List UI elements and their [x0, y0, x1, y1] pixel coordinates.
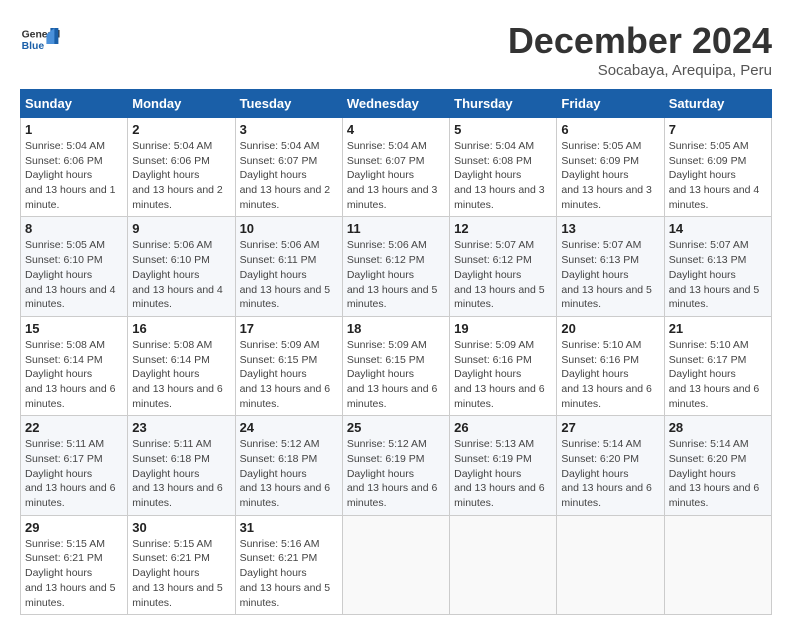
empty-cell — [450, 515, 557, 614]
table-row: 8 Sunrise: 5:05 AM Sunset: 6:10 PM Dayli… — [21, 217, 128, 316]
table-row: 10 Sunrise: 5:06 AM Sunset: 6:11 PM Dayl… — [235, 217, 342, 316]
logo-icon: General Blue — [20, 20, 60, 60]
table-row: 27 Sunrise: 5:14 AM Sunset: 6:20 PM Dayl… — [557, 416, 664, 515]
table-row: 4 Sunrise: 5:04 AM Sunset: 6:07 PM Dayli… — [342, 118, 449, 217]
empty-cell — [342, 515, 449, 614]
col-monday: Monday — [128, 90, 235, 118]
table-row: 16 Sunrise: 5:08 AM Sunset: 6:14 PM Dayl… — [128, 316, 235, 415]
col-tuesday: Tuesday — [235, 90, 342, 118]
col-saturday: Saturday — [664, 90, 771, 118]
table-row: 2 Sunrise: 5:04 AM Sunset: 6:06 PM Dayli… — [128, 118, 235, 217]
table-row: 3 Sunrise: 5:04 AM Sunset: 6:07 PM Dayli… — [235, 118, 342, 217]
table-row: 19 Sunrise: 5:09 AM Sunset: 6:16 PM Dayl… — [450, 316, 557, 415]
calendar-week-2: 8 Sunrise: 5:05 AM Sunset: 6:10 PM Dayli… — [21, 217, 772, 316]
table-row: 30 Sunrise: 5:15 AM Sunset: 6:21 PM Dayl… — [128, 515, 235, 614]
table-row: 23 Sunrise: 5:11 AM Sunset: 6:18 PM Dayl… — [128, 416, 235, 515]
table-row: 5 Sunrise: 5:04 AM Sunset: 6:08 PM Dayli… — [450, 118, 557, 217]
col-sunday: Sunday — [21, 90, 128, 118]
table-row: 29 Sunrise: 5:15 AM Sunset: 6:21 PM Dayl… — [21, 515, 128, 614]
table-row: 14 Sunrise: 5:07 AM Sunset: 6:13 PM Dayl… — [664, 217, 771, 316]
table-row: 13 Sunrise: 5:07 AM Sunset: 6:13 PM Dayl… — [557, 217, 664, 316]
calendar-week-5: 29 Sunrise: 5:15 AM Sunset: 6:21 PM Dayl… — [21, 515, 772, 614]
title-block: December 2024 Socabaya, Arequipa, Peru — [508, 20, 772, 79]
month-title: December 2024 — [508, 20, 772, 62]
table-row: 15 Sunrise: 5:08 AM Sunset: 6:14 PM Dayl… — [21, 316, 128, 415]
calendar-header-row: Sunday Monday Tuesday Wednesday Thursday… — [21, 90, 772, 118]
col-friday: Friday — [557, 90, 664, 118]
table-row: 9 Sunrise: 5:06 AM Sunset: 6:10 PM Dayli… — [128, 217, 235, 316]
empty-cell — [664, 515, 771, 614]
table-row: 11 Sunrise: 5:06 AM Sunset: 6:12 PM Dayl… — [342, 217, 449, 316]
calendar-body: 1 Sunrise: 5:04 AM Sunset: 6:06 PM Dayli… — [21, 118, 772, 615]
table-row: 25 Sunrise: 5:12 AM Sunset: 6:19 PM Dayl… — [342, 416, 449, 515]
calendar-week-4: 22 Sunrise: 5:11 AM Sunset: 6:17 PM Dayl… — [21, 416, 772, 515]
calendar-week-1: 1 Sunrise: 5:04 AM Sunset: 6:06 PM Dayli… — [21, 118, 772, 217]
table-row: 6 Sunrise: 5:05 AM Sunset: 6:09 PM Dayli… — [557, 118, 664, 217]
table-row: 7 Sunrise: 5:05 AM Sunset: 6:09 PM Dayli… — [664, 118, 771, 217]
col-wednesday: Wednesday — [342, 90, 449, 118]
table-row: 22 Sunrise: 5:11 AM Sunset: 6:17 PM Dayl… — [21, 416, 128, 515]
table-row: 12 Sunrise: 5:07 AM Sunset: 6:12 PM Dayl… — [450, 217, 557, 316]
location: Socabaya, Arequipa, Peru — [508, 62, 772, 79]
logo: General Blue — [20, 20, 60, 60]
table-row: 1 Sunrise: 5:04 AM Sunset: 6:06 PM Dayli… — [21, 118, 128, 217]
table-row: 20 Sunrise: 5:10 AM Sunset: 6:16 PM Dayl… — [557, 316, 664, 415]
table-row: 18 Sunrise: 5:09 AM Sunset: 6:15 PM Dayl… — [342, 316, 449, 415]
table-row: 28 Sunrise: 5:14 AM Sunset: 6:20 PM Dayl… — [664, 416, 771, 515]
empty-cell — [557, 515, 664, 614]
col-thursday: Thursday — [450, 90, 557, 118]
table-row: 31 Sunrise: 5:16 AM Sunset: 6:21 PM Dayl… — [235, 515, 342, 614]
table-row: 17 Sunrise: 5:09 AM Sunset: 6:15 PM Dayl… — [235, 316, 342, 415]
svg-text:Blue: Blue — [22, 41, 45, 52]
page-header: General Blue December 2024 Socabaya, Are… — [20, 20, 772, 79]
table-row: 21 Sunrise: 5:10 AM Sunset: 6:17 PM Dayl… — [664, 316, 771, 415]
table-row: 26 Sunrise: 5:13 AM Sunset: 6:19 PM Dayl… — [450, 416, 557, 515]
calendar-table: Sunday Monday Tuesday Wednesday Thursday… — [20, 89, 772, 615]
table-row: 24 Sunrise: 5:12 AM Sunset: 6:18 PM Dayl… — [235, 416, 342, 515]
calendar-week-3: 15 Sunrise: 5:08 AM Sunset: 6:14 PM Dayl… — [21, 316, 772, 415]
